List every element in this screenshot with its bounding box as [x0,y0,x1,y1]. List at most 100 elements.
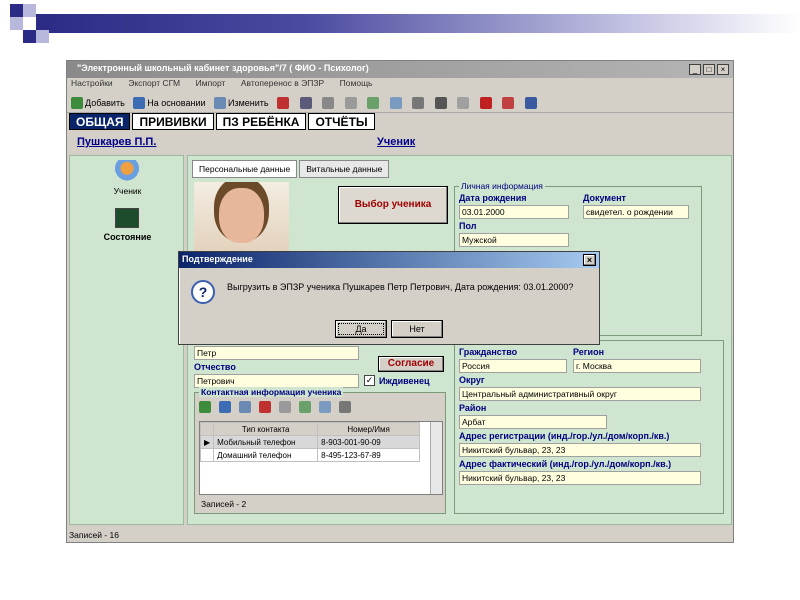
no-button[interactable]: Нет [391,320,443,338]
area-field[interactable]: Арбат [459,415,607,429]
student-icon[interactable] [115,160,139,184]
birth-date-label: Дата рождения [459,193,527,203]
menu-settings[interactable]: Настройки [67,78,113,88]
toolbar: Добавить На основании Изменить [67,93,733,113]
menu-auto-transfer[interactable]: Автоперенос в ЭПЗР [237,78,324,88]
menu-help[interactable]: Помощь [336,78,373,88]
main-tabs: ОБЩАЯ ПРИВИВКИ ПЗ РЕБЁНКА ОТЧЁТЫ [67,113,733,132]
district-label: Округ [459,375,485,385]
tab-general[interactable]: ОБЩАЯ [69,113,131,130]
reg-address-label: Адрес регистрации (инд./гор./ул./дом/кор… [459,431,670,441]
consent-button[interactable]: Согласие [378,356,444,372]
contacts-title: Контактная информация ученика [199,387,344,397]
maximize-button[interactable]: □ [703,64,715,75]
filter-button[interactable] [344,95,359,111]
report-button[interactable] [479,95,494,111]
contacts-table: Тип контакта Номер/Имя ▶ Мобильный телефон… [199,421,443,495]
delete-button[interactable] [277,95,291,111]
region-field[interactable]: г. Москва [573,359,701,373]
dialog-close-button[interactable]: × [583,254,596,266]
reg-address-field[interactable]: Никитский бульвар, 23, 23 [459,443,701,457]
report-icon [479,97,492,109]
add-icon [71,97,83,109]
tab-reports[interactable]: ОТЧЁТЫ [308,113,375,130]
personal-info-title: Личная информация [459,181,545,191]
save-button[interactable] [299,95,314,111]
print-button[interactable] [412,95,426,111]
copy-icon[interactable] [219,401,231,413]
citizenship-field[interactable]: Россия [459,359,567,373]
menu-import[interactable]: Импорт [192,78,226,88]
first-name-field[interactable]: Петр [194,346,359,360]
dependent-checkbox[interactable]: ✓ [364,375,375,386]
slide-header-bar [36,14,800,33]
contacts-group: Контактная информация ученика Тип контак… [194,387,446,514]
birth-date-field[interactable]: 03.01.2000 [459,205,569,219]
student-photo [194,182,289,252]
export-icon [389,97,402,109]
add-label: Добавить [85,98,125,108]
yes-button[interactable]: Да [335,320,387,338]
based-on-button[interactable]: На основании [133,95,206,111]
add-button[interactable]: Добавить [71,95,125,111]
exit-icon [502,97,515,109]
edit-icon[interactable] [239,401,251,413]
col-type-header[interactable]: Тип контакта [213,422,319,436]
left-panel: Ученик Состояние [69,155,184,525]
refresh-icon[interactable] [299,401,311,413]
document-field[interactable]: свидетел. о рождении [583,205,689,219]
select-student-button[interactable]: Выбор ученика [338,186,448,224]
dialog-title: Подтверждение [179,252,599,268]
add-icon[interactable] [199,401,211,413]
table-row[interactable]: Домашний телефон 8-495-123-67-89 [199,448,420,462]
slide-decor-square [10,4,23,17]
refresh-button[interactable] [367,95,381,111]
document-label: Документ [583,193,626,203]
patronymic-label: Отчество [194,362,236,372]
sex-field[interactable]: Мужской [459,233,569,247]
contact-number-cell: 8-903-001-90-09 [317,435,420,449]
copy-icon [133,97,146,109]
row-indicator: ▶ [199,435,215,449]
tab-child-health[interactable]: ПЗ РЕБЁНКА [215,113,307,130]
actual-address-label: Адрес фактический (инд./гор./ул./дом/кор… [459,459,672,469]
contacts-records: Записей - 2 [201,499,247,509]
delete-icon[interactable] [259,401,271,413]
cancel-button[interactable] [322,95,336,111]
attach-button[interactable] [434,95,449,111]
citizenship-label: Гражданство [459,347,518,357]
menu-export-sgm[interactable]: Экспорт СГМ [124,78,180,88]
tab-vaccinations[interactable]: ПРИВИВКИ [132,113,214,130]
close-button[interactable]: × [717,64,729,75]
question-icon: ? [191,280,215,304]
print-icon [412,97,425,109]
tab-personal-data[interactable]: Персональные данные [192,160,298,178]
tab-vital-data[interactable]: Витальные данные [299,160,390,178]
export-button[interactable] [389,95,404,111]
pulse-icon[interactable] [115,208,139,228]
patronymic-field[interactable]: Петрович [194,374,359,388]
minimize-button[interactable]: _ [689,64,701,75]
print-icon[interactable] [339,401,351,413]
person-name-link[interactable]: Пушкарев П.П. [77,136,156,148]
table-row[interactable]: ▶ Мобильный телефон 8-903-001-90-09 [199,435,420,449]
actual-address-field[interactable]: Никитский бульвар, 23, 23 [459,471,701,485]
search-icon [457,97,470,109]
role-link[interactable]: Ученик [377,136,415,148]
district-field[interactable]: Центральный административный округ [459,387,701,401]
slide-decor-square [23,30,36,43]
filter-icon[interactable] [279,401,291,413]
search-button[interactable] [457,95,471,111]
region-label: Регион [573,347,604,357]
scrollbar[interactable] [430,422,442,494]
exit-button[interactable] [502,95,516,111]
col-number-header[interactable]: Номер/Имя [317,422,420,436]
slide-decor-square [36,30,49,43]
contact-number-cell: 8-495-123-67-89 [317,448,420,462]
book-button[interactable] [524,95,539,111]
window-title: "Электронный школьный кабинет здоровья"/… [67,61,733,78]
sub-tabs: Персональные данные Витальные данные [192,160,391,178]
export-icon[interactable] [319,401,331,413]
edit-icon [214,97,227,109]
edit-button[interactable]: Изменить [214,95,269,111]
